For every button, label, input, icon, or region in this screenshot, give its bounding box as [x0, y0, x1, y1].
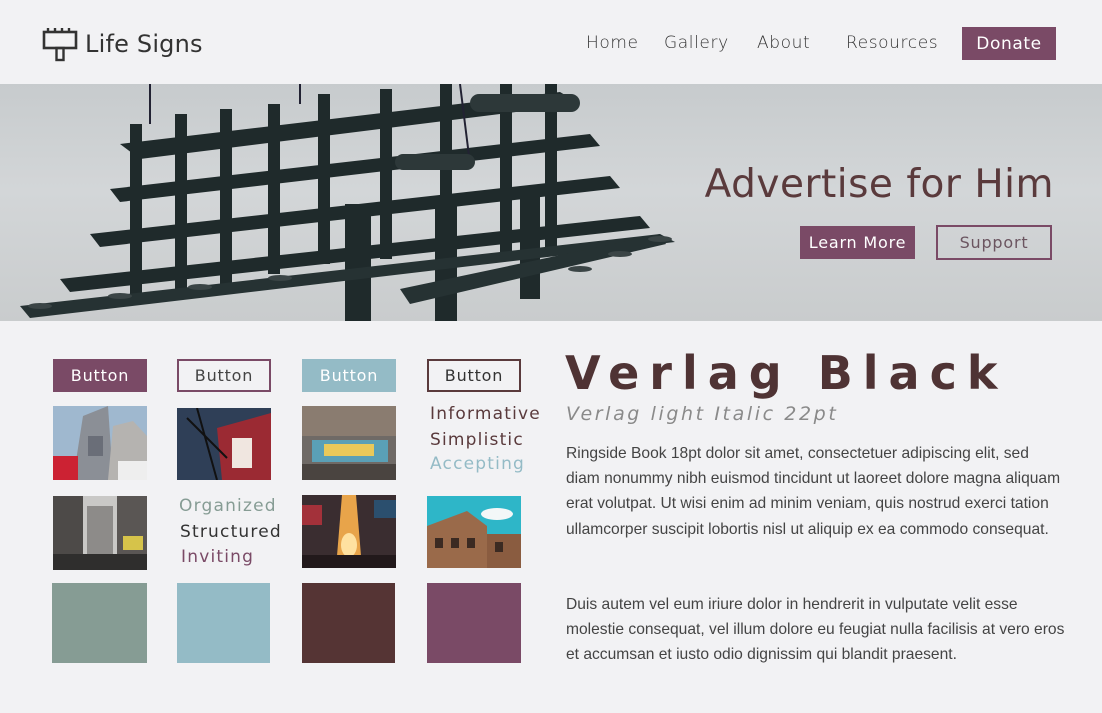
typography-subtitle: Verlag light Italic 22pt	[566, 403, 839, 425]
swatch-sage	[52, 583, 147, 663]
site-header: Life Signs Home Gallery About Resources …	[0, 0, 1102, 84]
logo[interactable]: Life Signs	[42, 26, 203, 62]
word-organized: Organized	[179, 496, 277, 516]
word-simplistic: Simplistic	[430, 430, 524, 450]
thumb-pizza-sign	[302, 406, 396, 480]
nav-home[interactable]: Home	[586, 33, 639, 53]
typography-title: Verlag Black	[565, 346, 1008, 400]
nav-about[interactable]: About	[757, 33, 810, 53]
sample-button-plum[interactable]: Button	[53, 359, 147, 392]
sample-button-outline-brown[interactable]: Button	[427, 359, 521, 392]
hero-banner: Advertise for Him Learn More Support	[0, 84, 1102, 321]
thumb-billboard-sign	[177, 408, 271, 480]
sample-button-blue[interactable]: Button	[302, 359, 396, 392]
support-button[interactable]: Support	[936, 225, 1052, 260]
swatch-dusty-blue	[177, 583, 270, 663]
billboard-icon	[42, 28, 78, 62]
word-informative: Informative	[430, 404, 541, 424]
swatch-brown	[302, 583, 395, 663]
brand-name: Life Signs	[85, 30, 203, 58]
nav-resources[interactable]: Resources	[846, 33, 938, 53]
learn-more-button[interactable]: Learn More	[800, 226, 915, 259]
word-inviting: Inviting	[181, 547, 255, 567]
hero-title: Advertise for Him	[704, 162, 1054, 207]
thumb-building-facade	[427, 496, 521, 568]
body-paragraph-1: Ringside Book 18pt dolor sit amet, conse…	[566, 445, 1061, 538]
swatch-plum	[427, 583, 521, 663]
word-accepting: Accepting	[430, 454, 526, 474]
sample-button-outline-plum[interactable]: Button	[177, 359, 271, 392]
thumb-city-street	[53, 496, 147, 570]
donate-button[interactable]: Donate	[962, 27, 1056, 60]
word-structured: Structured	[180, 522, 282, 542]
thumb-sunset-avenue	[302, 495, 396, 568]
body-paragraph-2: Duis autem vel eum iriure dolor in hendr…	[566, 596, 1065, 664]
nav-gallery[interactable]: Gallery	[664, 33, 729, 53]
thumb-times-square	[53, 406, 147, 480]
